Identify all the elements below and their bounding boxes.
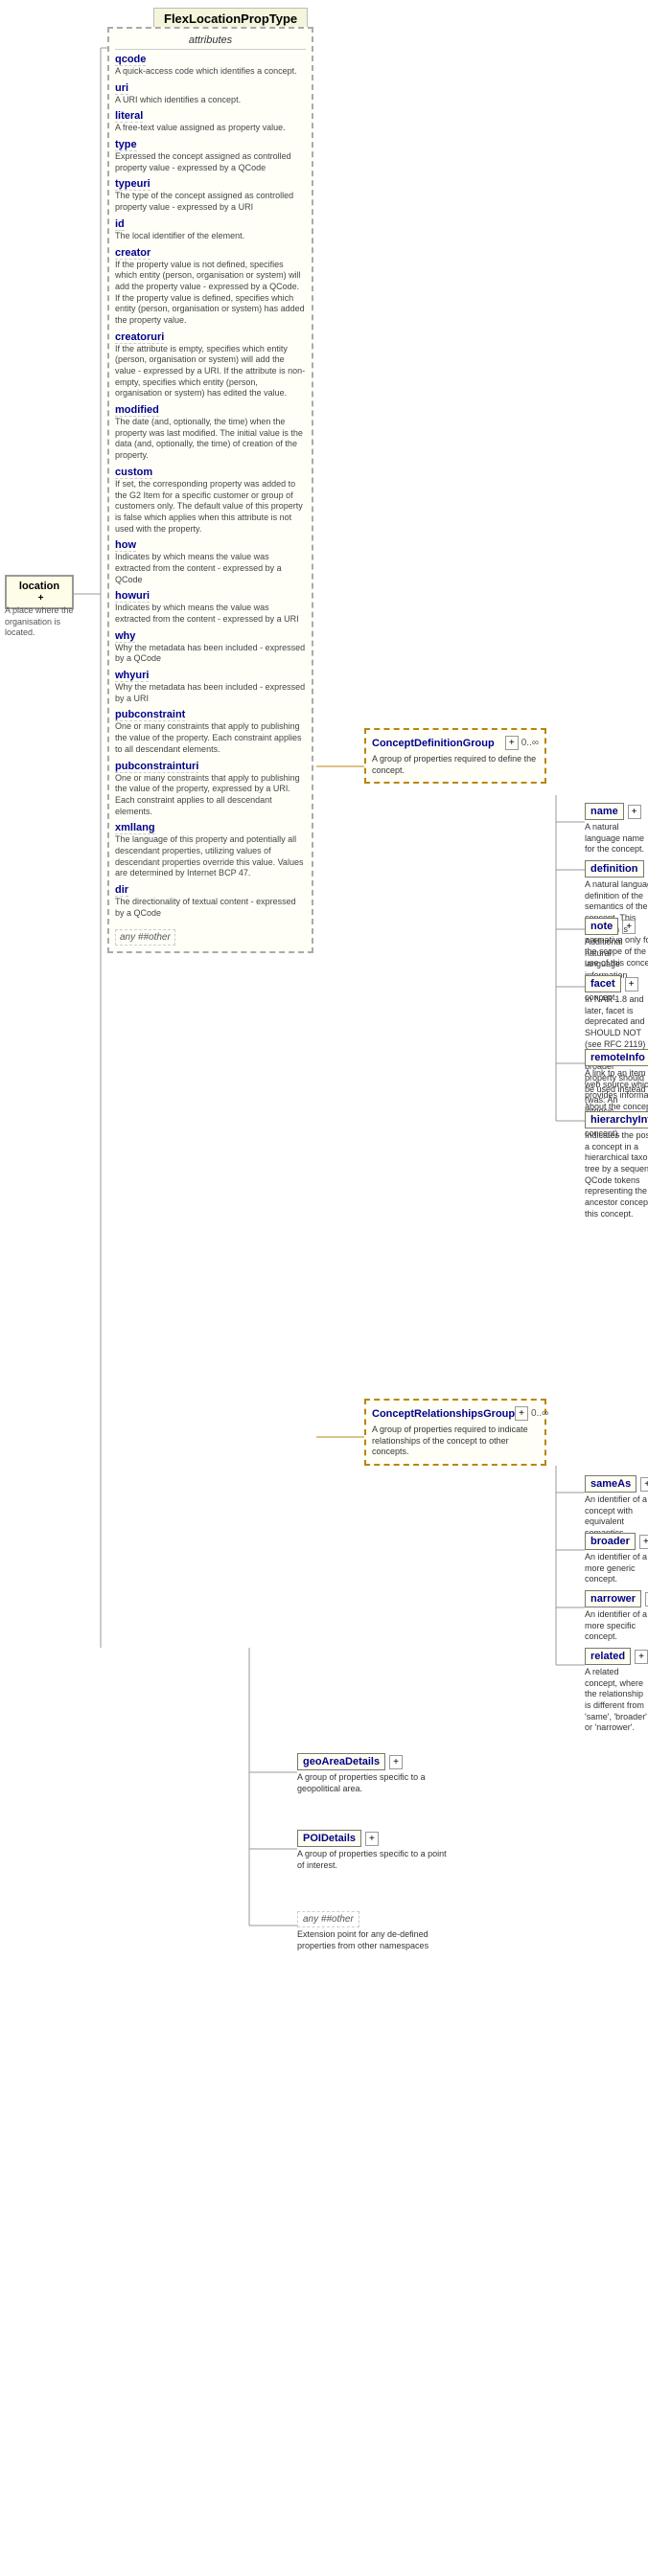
prop-related-expand[interactable]: + [635,1650,648,1664]
attr-creatoruri: creatoruri If the attribute is empty, sp… [115,331,306,399]
attr-creator: creator If the property value is not def… [115,247,306,327]
concept-rel-group-expand[interactable]: + [515,1406,528,1421]
attr-pubconstrainturi: pubconstrainturi One or many constraints… [115,761,306,818]
prop-sameas-box: sameAs [585,1475,636,1493]
attr-custom: custom If set, the corresponding propert… [115,467,306,535]
prop-geoarea-box: geoAreaDetails [297,1753,385,1770]
prop-poi-container: POIDetails + A group of properties speci… [297,1830,451,1871]
prop-name-box: name [585,803,624,820]
concept-rel-multiplicity: 0..∞ [531,1408,548,1419]
prop-hierarchyinfo-box: hierarchyInfo [585,1111,648,1128]
attr-typeuri: typeuri The type of the concept assigned… [115,178,306,213]
prop-hierarchyinfo-container: hierarchyInfo + Indicates the position o… [585,1111,648,1220]
any-other2-label: any ##other [297,1911,359,1927]
prop-remoteinfo-desc: A link to an item or a web source which … [585,1068,648,1113]
attr-modified: modified The date (and, optionally, the … [115,404,306,462]
prop-sameas-expand[interactable]: + [640,1477,648,1492]
page-wrapper: FlexLocationPropType [0,0,648,2576]
prop-related-desc: A related concept, where the relationshi… [585,1667,648,1734]
location-label: location [19,581,59,592]
prop-geoarea-container: geoAreaDetails + A group of properties s… [297,1753,451,1794]
prop-narrower-box: narrower [585,1590,641,1607]
attr-literal: literal A free-text value assigned as pr… [115,110,306,134]
prop-narrower-container: narrower + An identifier of a more speci… [585,1590,648,1643]
prop-broader-container: broader + An identifier of a more generi… [585,1533,648,1585]
any-other2-desc: Extension point for any de-defined prope… [297,1929,451,1951]
prop-narrower-desc: An identifier of a more specific concept… [585,1609,648,1643]
attr-id: id The local identifier of the element. [115,218,306,242]
concept-rel-group-desc: A group of properties required to indica… [372,1425,539,1458]
prop-note-expand[interactable]: + [622,920,636,934]
prop-facet-expand[interactable]: + [625,977,638,992]
prop-poi-box: POIDetails [297,1830,361,1847]
prop-geoarea-desc: A group of properties specific to a geop… [297,1772,451,1794]
attr-why: why Why the metadata has been included -… [115,630,306,665]
location-expand-icon[interactable]: + [38,593,44,604]
prop-broader-box: broader [585,1533,636,1550]
attr-type: type Expressed the concept assigned as c… [115,139,306,173]
prop-geoarea-expand[interactable]: + [389,1755,403,1769]
attr-howuri: howuri Indicates by which means the valu… [115,590,306,625]
prop-poi-expand[interactable]: + [365,1832,379,1846]
attributes-header: attributes [115,34,306,50]
attr-pubconstraint: pubconstraint One or many constraints th… [115,709,306,755]
prop-name-container: name + A natural language name for the c… [585,803,648,855]
location-description: A place where the organisation is locate… [5,605,74,639]
prop-note-box: note [585,918,618,935]
any-other-label: any ##other [115,929,175,946]
location-box: location + [5,575,74,609]
prop-remoteinfo-box: remoteInfo [585,1049,648,1066]
concept-relationships-group: ConceptRelationshipsGroup + 0..∞ A group… [364,1399,546,1466]
concept-definition-group: ConceptDefinitionGroup + 0..∞ A group of… [364,728,546,784]
any-other2-container: any ##other Extension point for any de-d… [297,1911,451,1951]
concept-rel-group-title: ConceptRelationshipsGroup [372,1408,515,1420]
prop-name-expand[interactable]: + [628,805,641,819]
attr-how: how Indicates by which means the value w… [115,539,306,585]
prop-related-container: related + A related concept, where the r… [585,1648,648,1734]
attr-dir: dir The directionality of textual conten… [115,884,306,919]
prop-broader-expand[interactable]: + [639,1535,648,1549]
prop-related-box: related [585,1648,631,1665]
prop-poi-desc: A group of properties specific to a poin… [297,1849,451,1871]
attr-xmllang: xmllang The language of this property an… [115,822,306,879]
prop-facet-box: facet [585,975,621,992]
concept-def-group-expand[interactable]: + [505,736,519,750]
attr-uri: uri A URI which identifies a concept. [115,82,306,106]
attr-qcode: qcode A quick-access code which identifi… [115,54,306,78]
connectors-svg [0,0,648,2576]
prop-definition-box: definition [585,860,644,878]
concept-def-multiplicity: 0..∞ [521,738,539,748]
concept-def-group-title: ConceptDefinitionGroup [372,738,495,749]
prop-hierarchyinfo-desc: Indicates the position of a concept in a… [585,1130,648,1220]
attributes-container: attributes qcode A quick-access code whi… [107,27,313,953]
attr-whyuri: whyuri Why the metadata has been include… [115,670,306,704]
concept-def-group-desc: A group of properties required to define… [372,754,539,776]
prop-remoteinfo-container: remoteInfo + A link to an item or a web … [585,1049,648,1113]
prop-sameas-container: sameAs + An identifier of a concept with… [585,1475,648,1539]
prop-name-desc: A natural language name for the concept. [585,822,648,855]
prop-broader-desc: An identifier of a more generic concept. [585,1552,648,1585]
